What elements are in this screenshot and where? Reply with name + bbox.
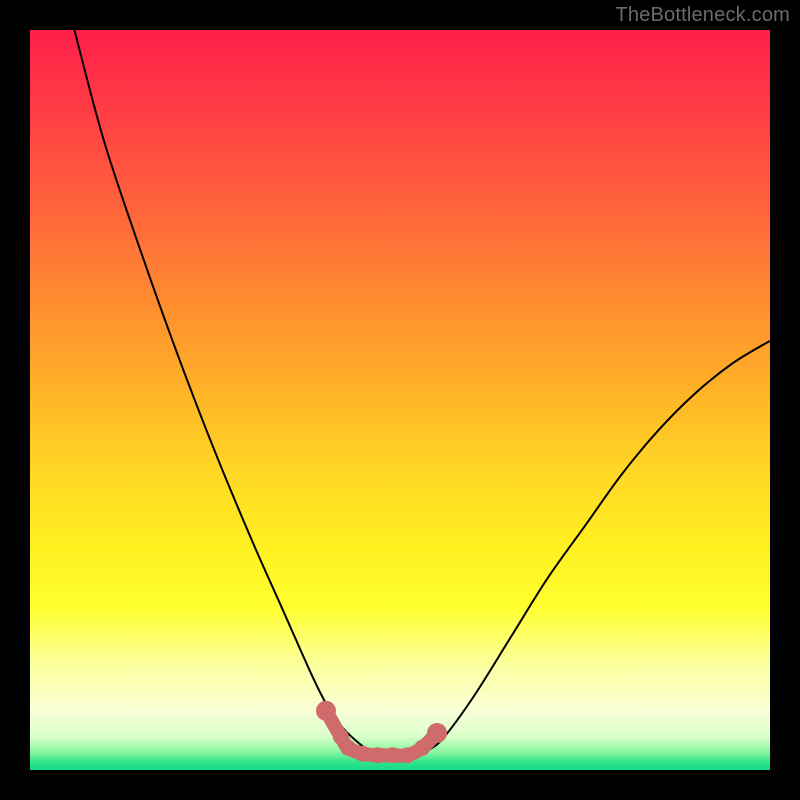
sweet-spot-dot	[333, 729, 349, 745]
sweet-spot-overlay	[316, 701, 447, 763]
bottleneck-curve-line	[74, 30, 770, 756]
chart-frame: TheBottleneck.com	[0, 0, 800, 800]
curve-svg	[30, 30, 770, 770]
sweet-spot-dot	[399, 747, 415, 763]
watermark-text: TheBottleneck.com	[615, 4, 790, 27]
sweet-spot-dot	[427, 723, 447, 743]
sweet-spot-dot	[340, 740, 356, 756]
sweet-spot-dot	[316, 701, 336, 721]
sweet-spot-dot	[385, 747, 401, 763]
sweet-spot-dot	[355, 746, 371, 762]
sweet-spot-dot	[414, 740, 430, 756]
sweet-spot-dot	[370, 747, 386, 763]
plot-area	[30, 30, 770, 770]
sweet-spot-band	[326, 711, 437, 756]
curve-path	[74, 30, 770, 756]
